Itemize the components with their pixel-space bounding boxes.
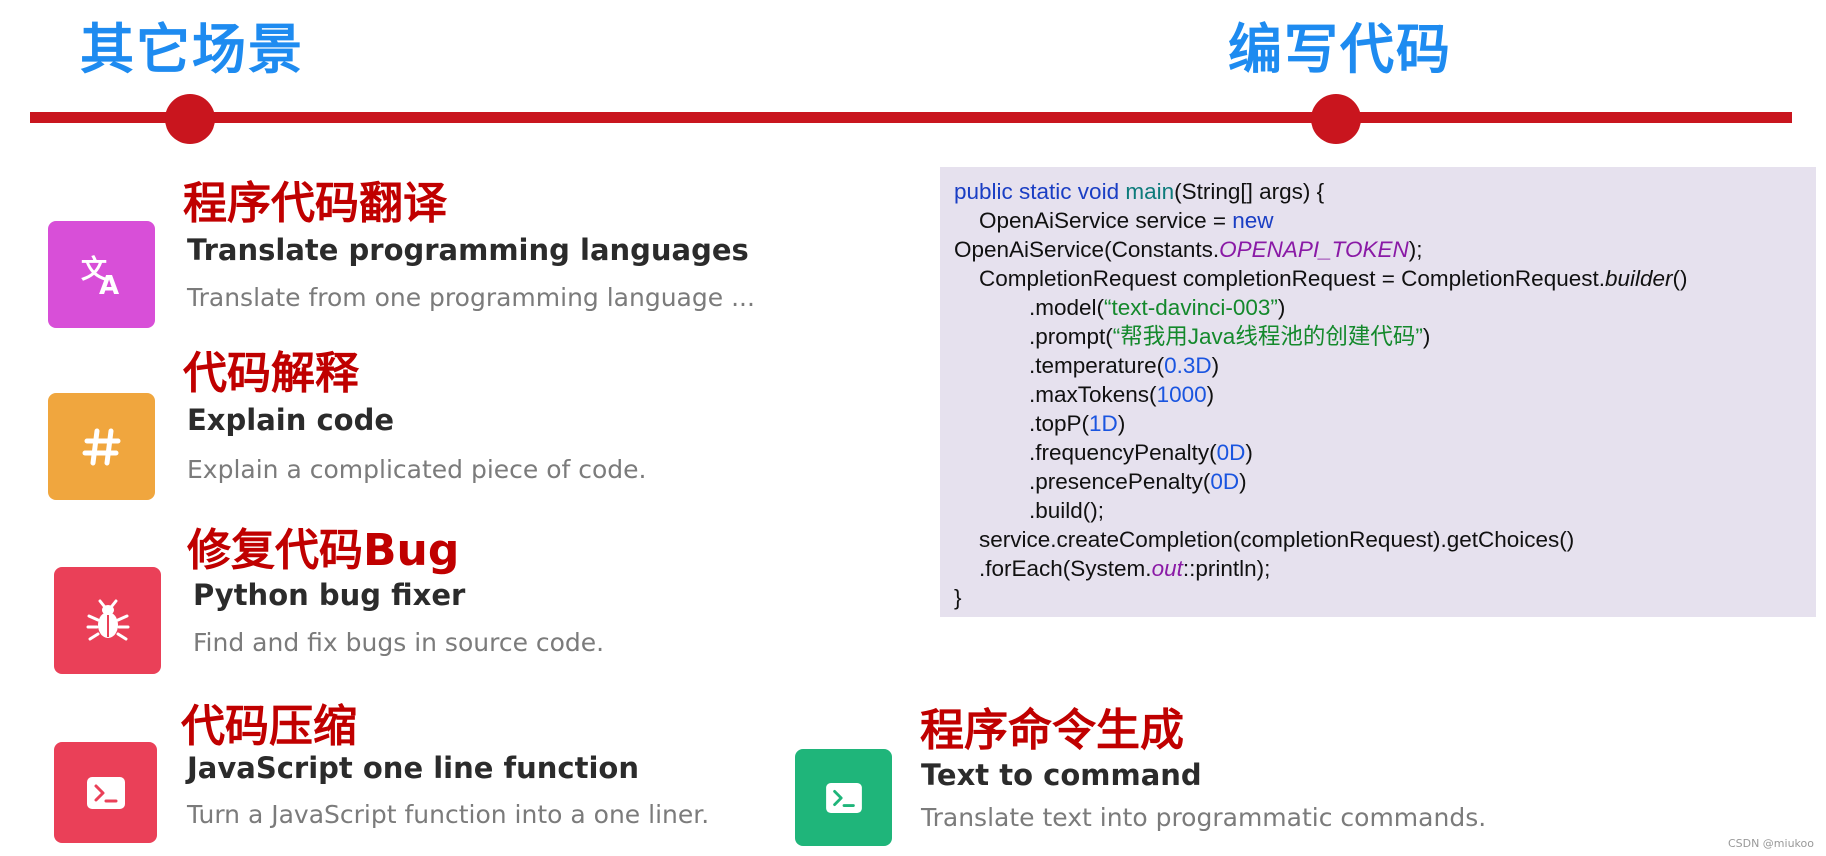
bugfix-description: Find and fix bugs in source code.	[193, 628, 605, 657]
code-line: service.createCompletion(completionReque…	[954, 527, 1575, 552]
timeline-line	[30, 112, 1792, 123]
code-line: .temperature(0.3D)	[954, 353, 1220, 378]
compress-zh-title: 代码压缩	[181, 701, 357, 752]
code-line: .build();	[954, 498, 1105, 523]
watermark: CSDN @miukoo	[1727, 837, 1814, 850]
explain-title: Explain code	[187, 403, 395, 437]
bug-icon	[86, 599, 129, 640]
code-line: .presencePenalty(0D)	[954, 469, 1247, 494]
compress-title: JavaScript one line function	[187, 751, 639, 785]
translate-title: Translate programming languages	[187, 233, 749, 267]
heading-write-code: 编写代码	[1228, 18, 1452, 81]
translate-card-icon: 文 A	[48, 221, 155, 328]
command-card-icon	[795, 749, 892, 846]
compress-card-icon	[54, 742, 157, 843]
code-line: .prompt(“帮我用Java线程池的创建代码”)	[954, 324, 1431, 349]
hash-icon	[82, 428, 120, 465]
explain-description: Explain a complicated piece of code.	[187, 455, 647, 484]
bugfix-zh-title: 修复代码Bug	[187, 525, 460, 576]
code-line: public static void main(String[] args) {	[954, 179, 1325, 204]
command-description: Translate text into programmatic command…	[921, 803, 1487, 832]
command-title: Text to command	[921, 758, 1202, 792]
code-line: .topP(1D)	[954, 411, 1126, 436]
code-line: .frequencyPenalty(0D)	[954, 440, 1253, 465]
compress-description: Turn a JavaScript function into a one li…	[187, 800, 710, 829]
translate-zh-title: 程序代码翻译	[183, 178, 447, 229]
bugfix-title: Python bug fixer	[193, 578, 466, 612]
heading-other-scenarios: 其它场景	[80, 18, 304, 81]
timeline-dot-left	[165, 94, 215, 144]
command-zh-title: 程序命令生成	[920, 705, 1184, 756]
code-line: .model(“text-davinci-003”)	[954, 295, 1286, 320]
explain-zh-title: 代码解释	[183, 348, 359, 399]
code-line: CompletionRequest completionRequest = Co…	[954, 266, 1688, 291]
terminal-icon	[825, 782, 862, 813]
timeline-dot-right	[1311, 94, 1361, 144]
svg-text:A: A	[99, 271, 119, 298]
code-snippet: public static void main(String[] args) {…	[940, 167, 1816, 617]
code-line: .maxTokens(1000)	[954, 382, 1215, 407]
code-line: OpenAiService(Constants.OPENAPI_TOKEN);	[954, 237, 1423, 262]
explain-card-icon	[48, 393, 155, 500]
terminal-icon	[86, 776, 125, 809]
bugfix-card-icon	[54, 567, 161, 674]
code-line: OpenAiService service = new	[954, 208, 1274, 233]
translate-description: Translate from one programming language …	[187, 283, 755, 312]
code-line: }	[954, 585, 962, 610]
translate-icon: 文 A	[81, 254, 119, 298]
code-line: .forEach(System.out::println);	[954, 556, 1271, 581]
